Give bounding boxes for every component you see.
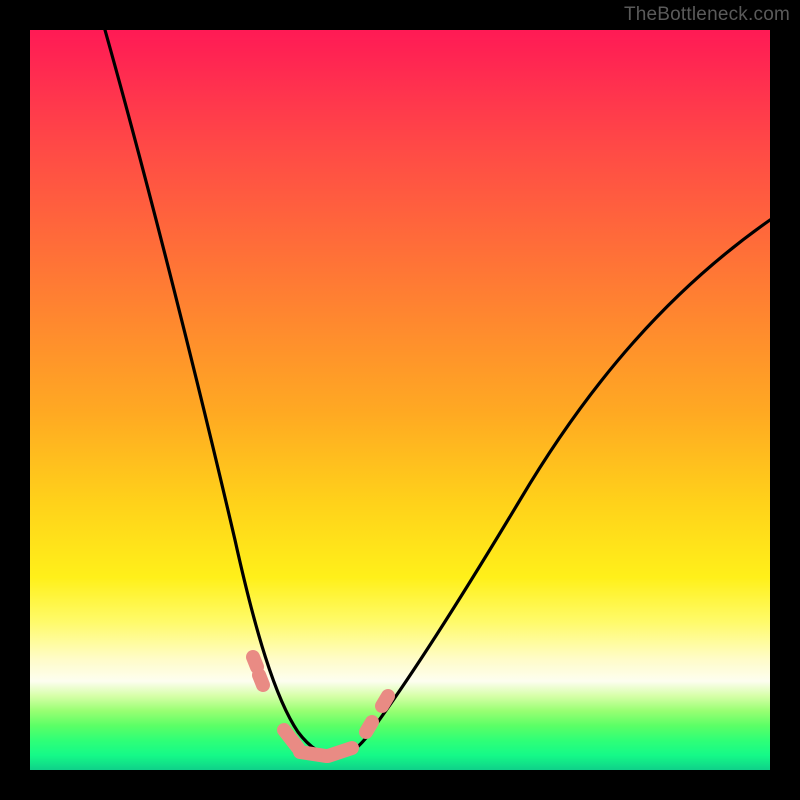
- curve-layer: [30, 30, 770, 770]
- bottleneck-curve: [105, 30, 770, 756]
- chart-frame: TheBottleneck.com: [0, 0, 800, 800]
- plot-area: [30, 30, 770, 770]
- marker-group: [253, 657, 388, 756]
- watermark-text: TheBottleneck.com: [624, 4, 790, 26]
